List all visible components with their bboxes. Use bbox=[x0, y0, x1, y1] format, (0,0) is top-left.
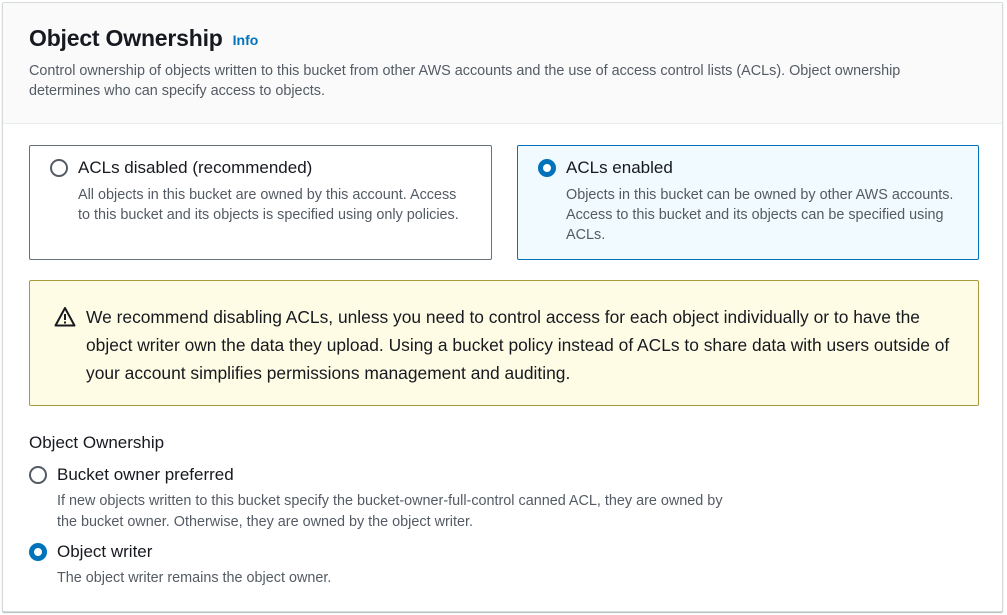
ownership-field-label: Object Ownership bbox=[29, 433, 165, 452]
tile-head: ACLs enabled bbox=[538, 158, 958, 178]
object-ownership-panel: Object Ownership Info Control ownership … bbox=[2, 2, 1003, 612]
option-description: The object writer remains the object own… bbox=[57, 570, 332, 586]
radio-bucket-owner-preferred[interactable] bbox=[29, 466, 47, 484]
option-label: Object writer bbox=[57, 542, 153, 561]
tile-acls-enabled[interactable]: ACLs enabled Objects in this bucket can … bbox=[517, 145, 979, 260]
radio-acls-enabled[interactable] bbox=[538, 159, 556, 177]
tile-label: ACLs enabled bbox=[566, 158, 673, 177]
option-bucket-owner-preferred: Bucket owner preferred If new objects wr… bbox=[29, 465, 737, 533]
tile-label: ACLs disabled (recommended) bbox=[78, 158, 313, 177]
radio-acls-disabled[interactable] bbox=[50, 159, 68, 177]
page-title: Object Ownership bbox=[29, 25, 223, 51]
info-link[interactable]: Info bbox=[233, 32, 259, 48]
option-object-writer: Object writer The object writer remains … bbox=[29, 542, 737, 589]
tile-description: Objects in this bucket can be owned by o… bbox=[566, 187, 954, 243]
option-description: If new objects written to this bucket sp… bbox=[57, 493, 723, 530]
option-head[interactable]: Object writer bbox=[29, 542, 737, 562]
panel-header: Object Ownership Info Control ownership … bbox=[3, 3, 1002, 124]
title-row: Object Ownership Info bbox=[29, 25, 976, 52]
radio-object-writer[interactable] bbox=[29, 543, 47, 561]
option-label: Bucket owner preferred bbox=[57, 465, 234, 484]
warning-alert: We recommend disabling ACLs, unless you … bbox=[29, 280, 979, 406]
alert-text: We recommend disabling ACLs, unless you … bbox=[86, 307, 950, 383]
tile-acls-disabled[interactable]: ACLs disabled (recommended) All objects … bbox=[29, 145, 492, 260]
tile-description: All objects in this bucket are owned by … bbox=[78, 187, 459, 223]
tile-head: ACLs disabled (recommended) bbox=[50, 158, 471, 178]
option-head[interactable]: Bucket owner preferred bbox=[29, 465, 737, 485]
warning-icon bbox=[54, 307, 76, 327]
header-description: Control ownership of objects written to … bbox=[29, 63, 901, 99]
